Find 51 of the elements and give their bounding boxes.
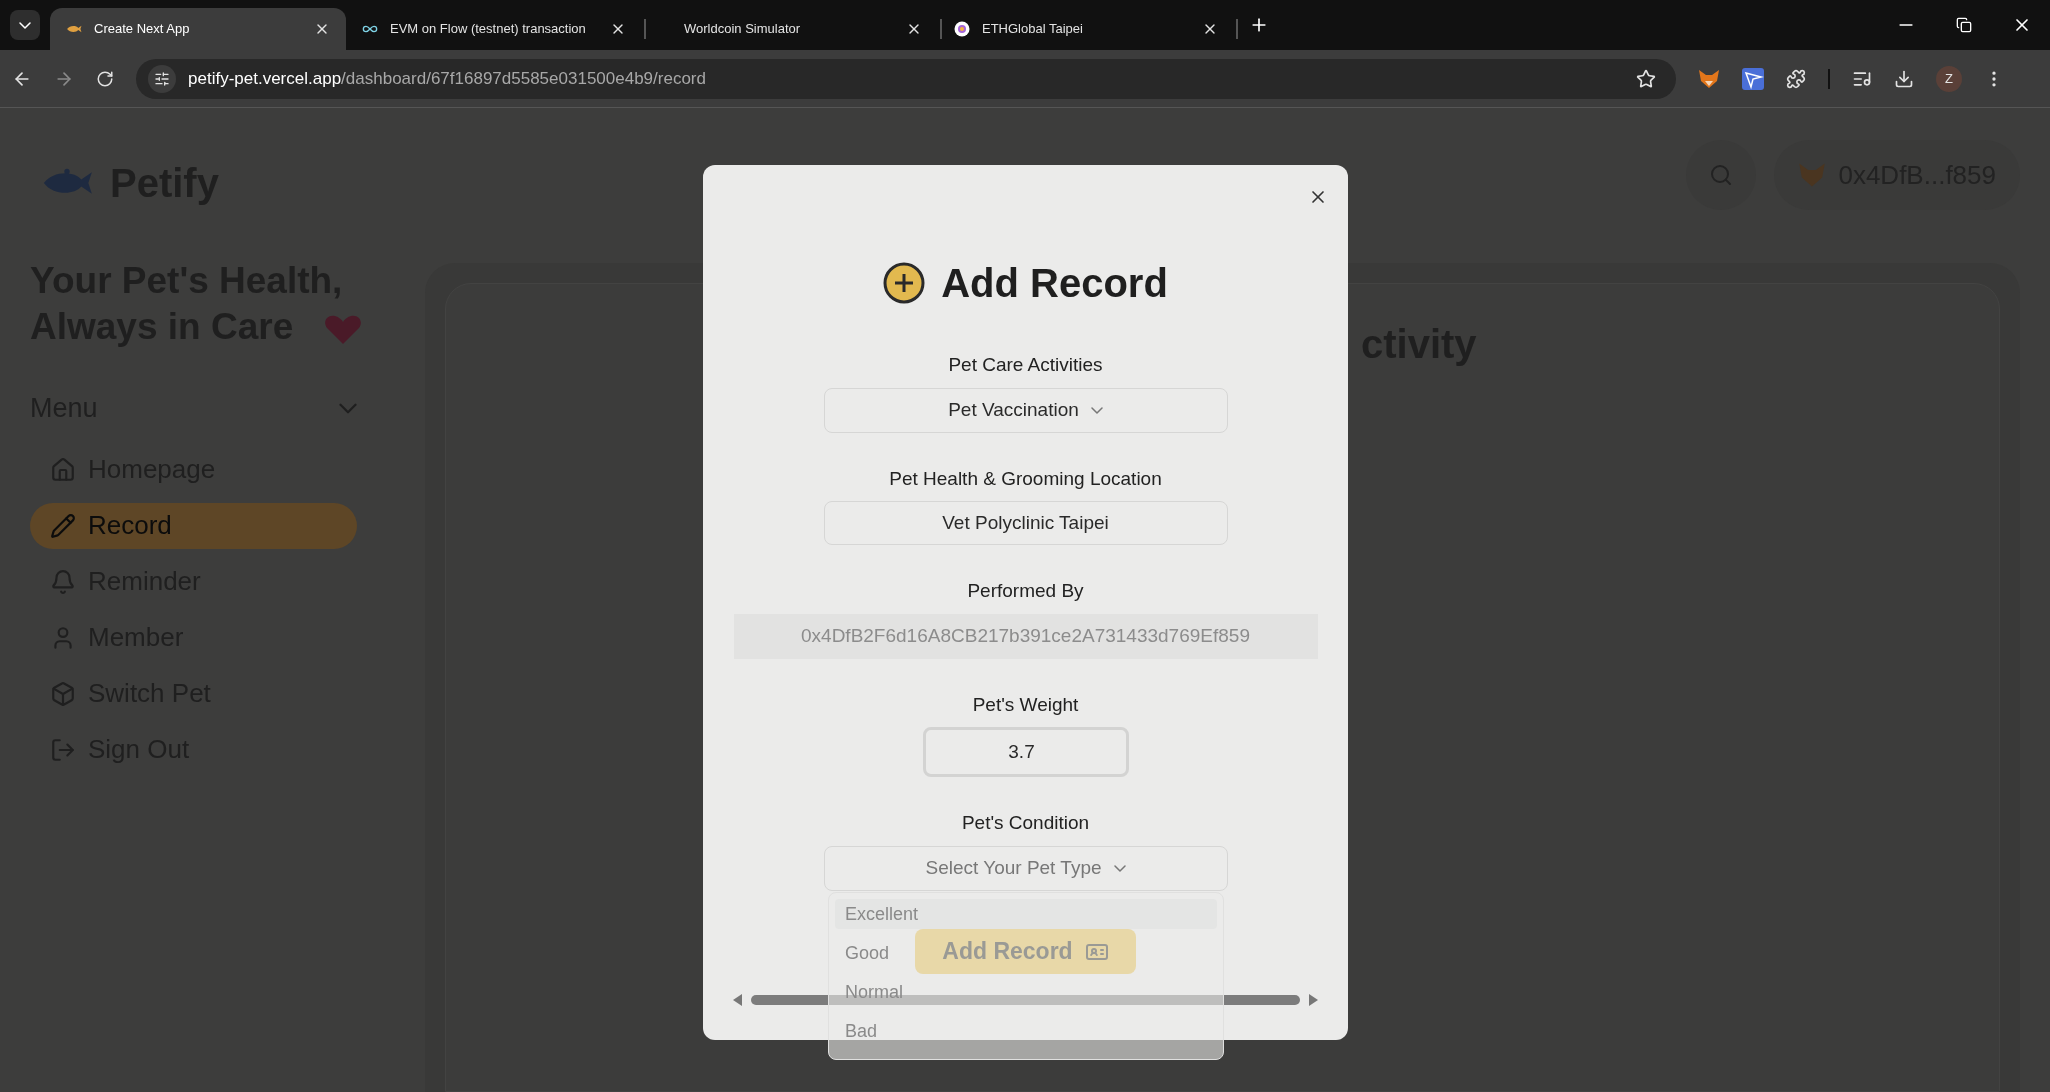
tab-title: EVM on Flow (testnet) transaction xyxy=(390,20,587,39)
field-label: Pet Health & Grooming Location xyxy=(889,466,1162,491)
fish-icon xyxy=(66,23,82,35)
fox-icon xyxy=(1798,162,1827,188)
heart-icon xyxy=(324,314,363,346)
plus-coin-icon xyxy=(883,262,926,304)
chevron-icon xyxy=(339,402,357,414)
select-field[interactable]: Pet Vaccination xyxy=(823,387,1228,433)
dropdown-option[interactable]: Excellent xyxy=(835,899,1217,929)
add-record-button[interactable]: Add Record xyxy=(915,929,1136,974)
menu-item-icon xyxy=(50,456,76,483)
select-field[interactable]: Select Your Pet Type xyxy=(823,845,1228,891)
site-info-icon[interactable] xyxy=(154,70,170,87)
input-field[interactable]: 3.7 xyxy=(922,727,1129,777)
download-icon[interactable] xyxy=(1894,68,1914,89)
field-label: Pet's Weight xyxy=(972,692,1079,717)
chevron-icon xyxy=(1090,406,1103,414)
field-label: Pet Care Activities xyxy=(948,353,1103,377)
reload-icon[interactable] xyxy=(96,69,114,88)
scroll-right-icon[interactable] xyxy=(1308,994,1318,1006)
input-field[interactable]: Vet Polyclinic Taipei xyxy=(823,501,1228,545)
profile-avatar[interactable]: Z xyxy=(1936,65,1962,92)
scroll-left-icon[interactable] xyxy=(733,994,743,1006)
tab-title: ETHGlobal Taipei xyxy=(982,20,1084,39)
chevron-icon xyxy=(19,21,31,29)
dropdown-option[interactable]: Normal xyxy=(835,977,913,1007)
tab-title: Create Next App xyxy=(94,20,191,39)
modal-title: Add Record xyxy=(941,260,1168,307)
globe-icon xyxy=(954,21,970,37)
menu-item-icon xyxy=(50,680,76,707)
menu-item-icon xyxy=(50,736,76,763)
fox-icon[interactable] xyxy=(1698,68,1720,89)
tab-list-button[interactable] xyxy=(10,10,40,40)
menu-item[interactable]: Record xyxy=(30,502,357,549)
restore-icon[interactable] xyxy=(1956,17,1972,33)
field-label: Pet's Condition xyxy=(961,811,1090,835)
menu-item-icon xyxy=(50,568,76,595)
tab-title: Worldcoin Simulator xyxy=(683,20,802,39)
bookmark-star-icon[interactable] xyxy=(1636,68,1656,89)
url-text: petify-pet.vercel.app/dashboard/67f16897d5585e031500e4b9/record xyxy=(188,67,707,90)
menu-item-icon xyxy=(50,512,76,539)
chevron-icon xyxy=(1113,864,1126,872)
address-bar[interactable]: petify-pet.vercel.app/dashboard/67f16897d5585e031500e4b9/record xyxy=(136,58,1676,99)
search-icon xyxy=(1709,163,1734,187)
dropdown-option[interactable]: Bad xyxy=(835,1016,888,1046)
field-label: Performed By xyxy=(967,579,1084,603)
dropdown-option[interactable]: Good xyxy=(835,938,900,968)
address-field: 0x4DfB2F6d16A8CB217b391ce2A731433d769Ef859 xyxy=(733,613,1318,659)
extensions-icon[interactable] xyxy=(1786,68,1806,89)
browser-tab[interactable]: Create Next App xyxy=(50,8,346,50)
paper-plane-icon[interactable] xyxy=(1742,67,1764,90)
